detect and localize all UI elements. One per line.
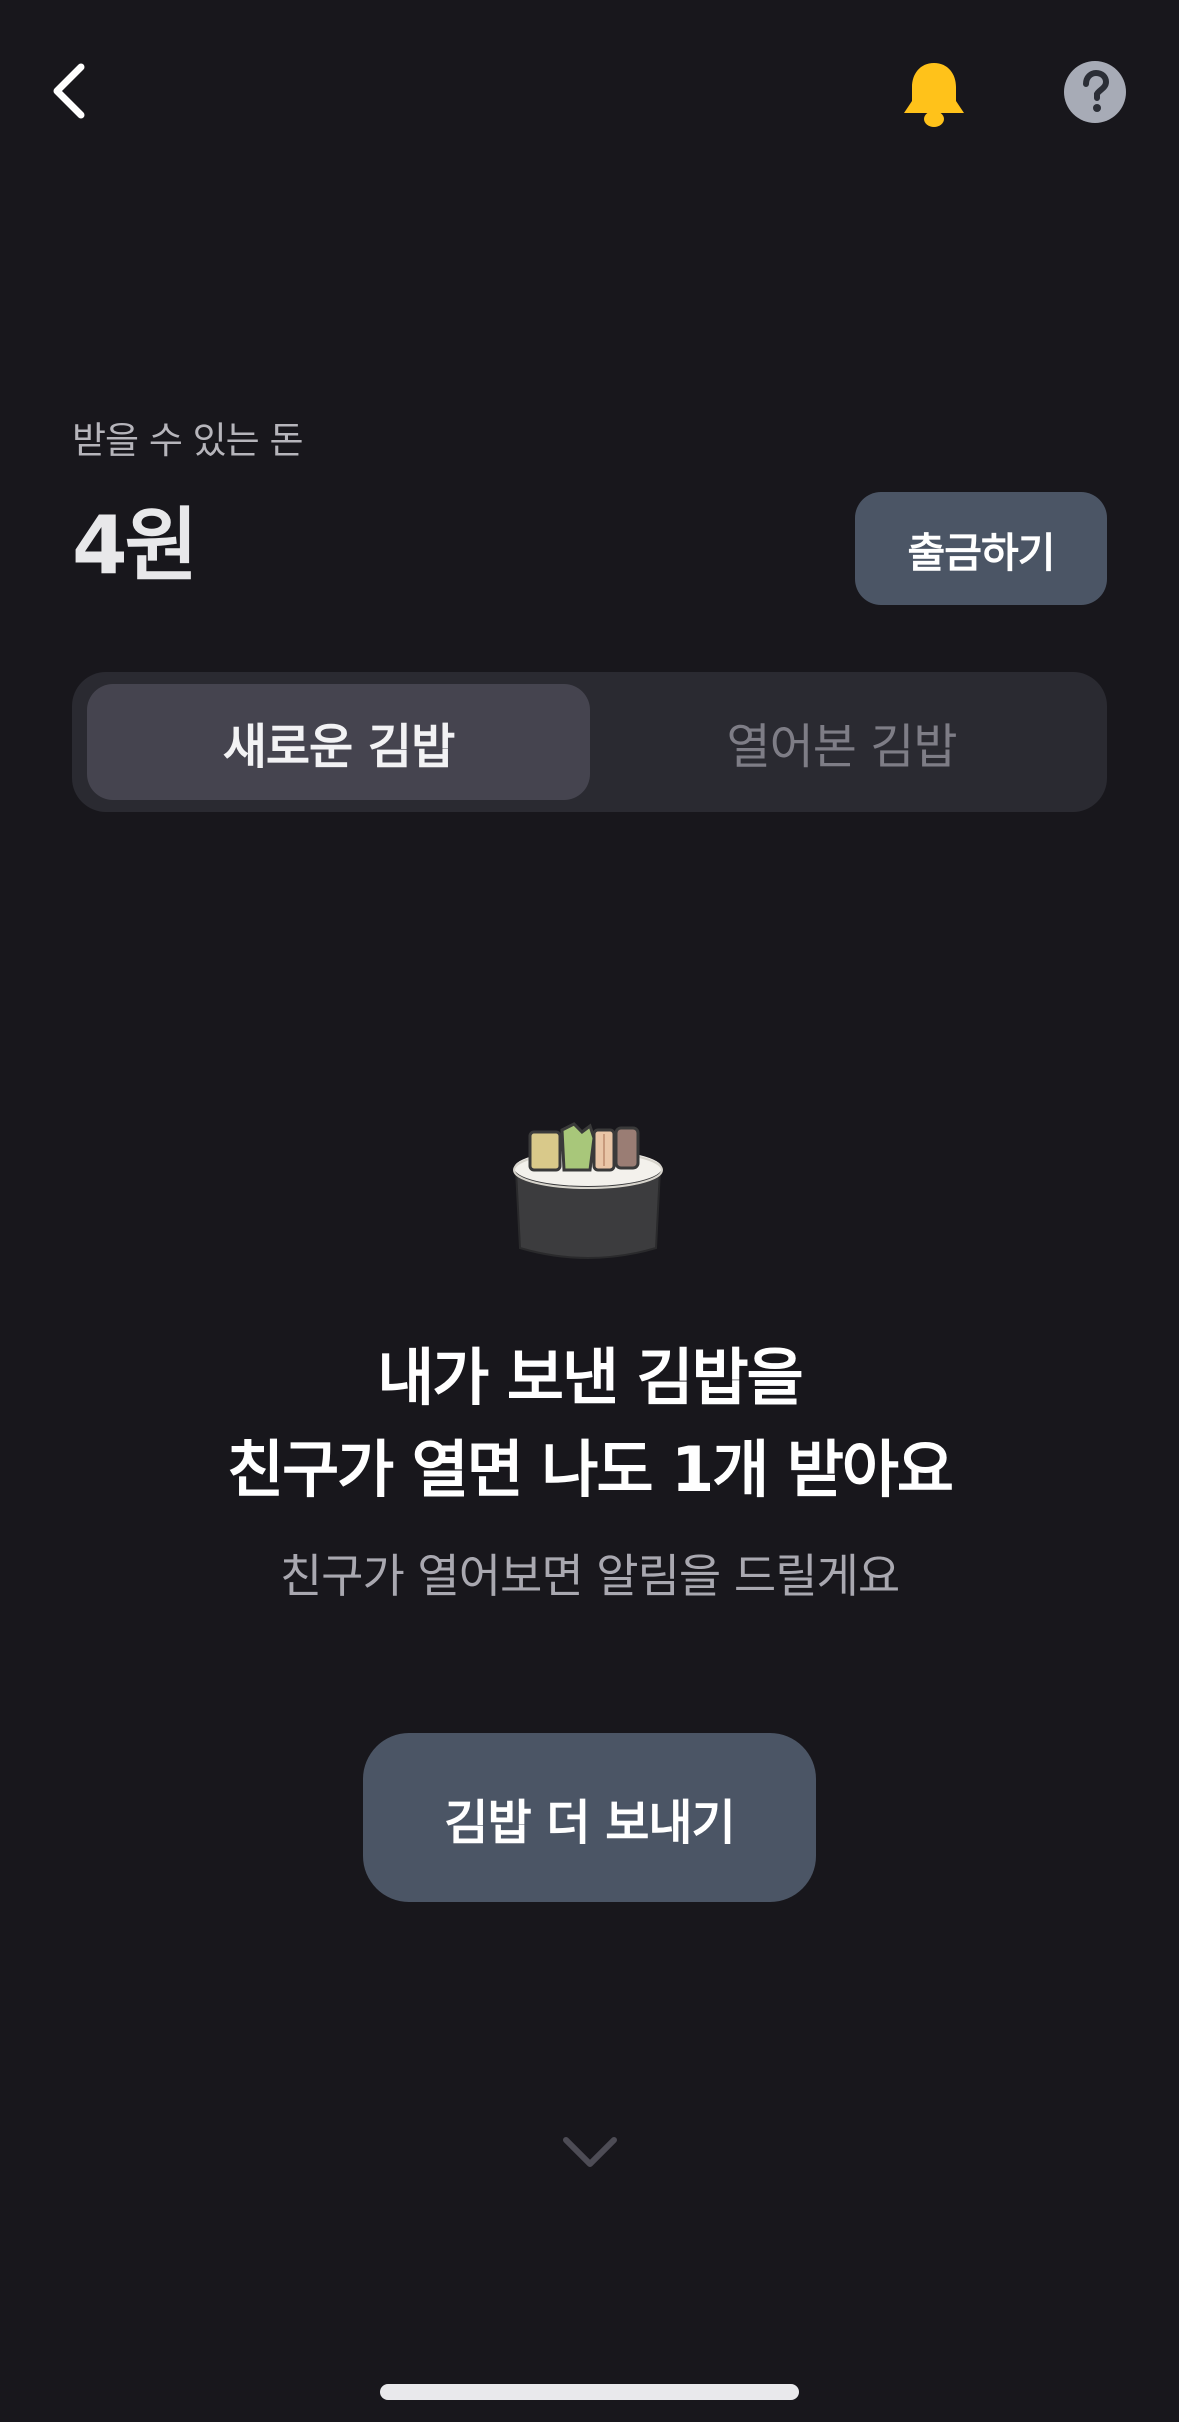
send-more-kimbap-button[interactable]: 김밥 더 보내기 [363, 1733, 816, 1902]
home-indicator [380, 2384, 799, 2400]
balance-label: 받을 수 있는 돈 [72, 419, 304, 462]
notification-button[interactable] [896, 56, 972, 132]
tab-new-kimbap[interactable]: 새로운 김밥 [87, 684, 590, 800]
chevron-left-icon [53, 63, 85, 119]
bell-icon [904, 63, 964, 127]
scroll-down-button[interactable] [560, 2130, 620, 2174]
kimbap-icon [508, 1118, 668, 1268]
help-button[interactable] [1063, 60, 1127, 124]
empty-state-subtext: 친구가 열어보면 알림을 드릴게요 [279, 1549, 900, 1603]
kimbap-tabs: 새로운 김밥 열어본 김밥 [72, 672, 1107, 812]
balance-amount: 4원 [72, 499, 198, 592]
headline-line-2: 친구가 열면 나도 1개 받아요 [227, 1433, 954, 1506]
question-circle-icon [1064, 61, 1126, 123]
chevron-down-icon [563, 2137, 617, 2167]
back-button[interactable] [44, 56, 94, 126]
headline-line-1: 내가 보낸 김밥을 [377, 1341, 803, 1414]
withdraw-button[interactable]: 출금하기 [855, 492, 1107, 605]
empty-state-headline: 내가 보낸 김밥을 친구가 열면 나도 1개 받아요 [0, 1332, 1179, 1516]
tab-opened-kimbap[interactable]: 열어본 김밥 [590, 684, 1093, 800]
